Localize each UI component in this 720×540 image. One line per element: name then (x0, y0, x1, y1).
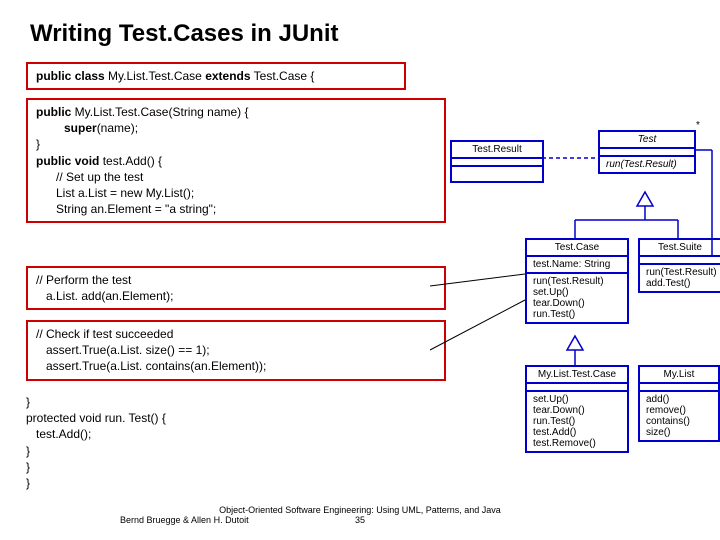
uml-ops: run(Test.Result) add.Test() (640, 263, 720, 291)
line: test.Add(); (26, 426, 166, 442)
multiplicity-star: * (696, 120, 700, 131)
uml-attr: test.Name: String (527, 257, 627, 272)
line: assert.True(a.List. contains(an.Element)… (36, 358, 436, 374)
kw: public (36, 105, 71, 119)
line: } (26, 459, 166, 475)
code-kw: public (36, 69, 71, 83)
line: a.List. add(an.Element); (36, 288, 436, 304)
code-tail: } protected void run. Test() { test.Add(… (26, 394, 166, 491)
code-perform-block: // Perform the test a.List. add(an.Eleme… (26, 266, 446, 310)
line: assert.True(a.List. size() == 1); (36, 342, 436, 358)
line: // Set up the test (36, 169, 436, 185)
uml-ops: run(Test.Result) set.Up() tear.Down() ru… (527, 272, 627, 322)
uml-class-name: Test.Suite (640, 240, 720, 257)
uml-ops: set.Up() tear.Down() run.Test() test.Add… (527, 390, 627, 451)
code-header-block: public class My.List.Test.Case extends T… (26, 62, 406, 90)
line: String an.Element = "a string"; (36, 201, 436, 217)
code-kw: class (75, 69, 105, 83)
footer-page: 35 (355, 515, 365, 525)
line: // Perform the test (36, 272, 436, 288)
kw: public (36, 154, 71, 168)
uml-test: Test run(Test.Result) (598, 130, 696, 174)
kw: void (79, 411, 101, 425)
code-check-block: // Check if test succeeded assert.True(a… (26, 320, 446, 381)
kw: super (64, 121, 97, 135)
line: List a.List = new My.List(); (36, 185, 436, 201)
uml-ops: add() remove() contains() size() (640, 390, 718, 440)
uml-testresult: Test.Result (450, 140, 544, 183)
uml-class-name: Test.Case (527, 240, 627, 257)
line: } (26, 394, 166, 410)
uml-class-name: My.List.Test.Case (527, 367, 627, 384)
code-kw: extends (205, 69, 250, 83)
line: } (26, 475, 166, 491)
uml-testcase: Test.Case test.Name: String run(Test.Res… (525, 238, 629, 324)
kw: void (75, 154, 100, 168)
code-main-block: public My.List.Test.Case(String name) { … (26, 98, 446, 223)
footer-text: Object-Oriented Software Engineering: Us… (219, 505, 501, 515)
line: } (26, 443, 166, 459)
uml-mylist: My.List add() remove() contains() size() (638, 365, 720, 442)
line: } (36, 136, 436, 152)
uml-class-name: My.List (640, 367, 718, 384)
line: // Check if test succeeded (36, 326, 436, 342)
slide-title: Writing Test.Cases in JUnit (30, 20, 339, 48)
uml-ops (452, 165, 542, 181)
uml-op: run(Test.Result) (600, 155, 694, 172)
uml-class-name: Test.Result (452, 142, 542, 159)
footer-book: Object-Oriented Software Engineering: Us… (160, 505, 560, 525)
uml-testsuite: Test.Suite run(Test.Result) add.Test() (638, 238, 720, 293)
uml-mylisttestcase: My.List.Test.Case set.Up() tear.Down() r… (525, 365, 629, 453)
kw: protected (26, 411, 76, 425)
uml-class-name: Test (600, 132, 694, 149)
